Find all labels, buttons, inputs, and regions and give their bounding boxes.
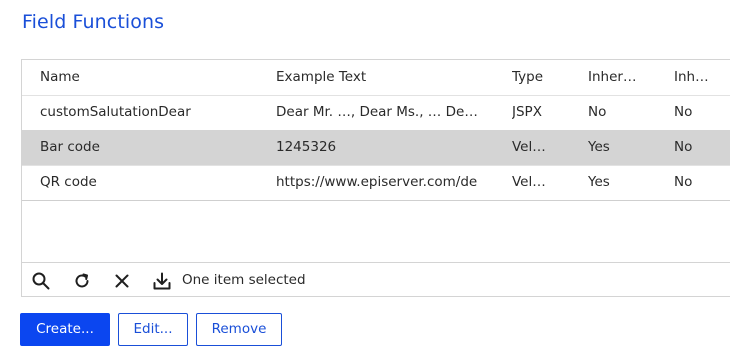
- table-header-row: Name Example Text Type Inheri… Inhe…: [22, 60, 730, 96]
- cell-example-text: https://www.episerver.com/de: [276, 174, 478, 190]
- download-icon[interactable]: [152, 271, 172, 291]
- column-header-name[interactable]: Name: [40, 60, 270, 95]
- table-toolbar: One item selected: [22, 262, 730, 298]
- table-row-selected[interactable]: Bar code 1245326 Velo… Yes No: [22, 130, 730, 166]
- column-header-type[interactable]: Type: [512, 60, 552, 95]
- cell-name: QR code: [40, 174, 97, 190]
- cell-type: JSPX: [512, 104, 542, 120]
- cell-inherited-2: No: [674, 139, 693, 155]
- table-row[interactable]: QR code https://www.episerver.com/de Vel…: [22, 165, 730, 201]
- cell-inherited-2: No: [674, 104, 693, 120]
- edit-button[interactable]: Edit...: [118, 313, 188, 346]
- cell-inherited-2: No: [674, 174, 693, 190]
- search-icon[interactable]: [31, 271, 51, 291]
- cell-inherited-1: Yes: [588, 174, 610, 190]
- cell-inherited-1: Yes: [588, 139, 610, 155]
- selection-status: One item selected: [182, 272, 306, 288]
- field-functions-table: Name Example Text Type Inheri… Inhe… cus…: [21, 59, 730, 297]
- cell-type: Velo…: [512, 139, 552, 155]
- table-row[interactable]: customSalutationDear Dear Mr. …, Dear Ms…: [22, 95, 730, 131]
- page-title: Field Functions: [22, 11, 165, 33]
- cell-example-text: 1245326: [276, 139, 337, 155]
- cell-inherited-1: No: [588, 104, 607, 120]
- create-button[interactable]: Create...: [20, 313, 110, 346]
- remove-button[interactable]: Remove: [196, 313, 282, 346]
- cell-name: customSalutationDear: [40, 104, 191, 120]
- cell-type: Velo…: [512, 174, 552, 190]
- refresh-icon[interactable]: [72, 271, 92, 291]
- cell-name: Bar code: [40, 139, 100, 155]
- column-header-example-text[interactable]: Example Text: [276, 60, 481, 95]
- cell-example-text: Dear Mr. …, Dear Ms., … Dear…: [276, 104, 481, 120]
- column-header-inherited-1[interactable]: Inheri…: [588, 60, 640, 95]
- close-icon[interactable]: [112, 271, 132, 291]
- column-header-inherited-2[interactable]: Inhe…: [674, 60, 714, 95]
